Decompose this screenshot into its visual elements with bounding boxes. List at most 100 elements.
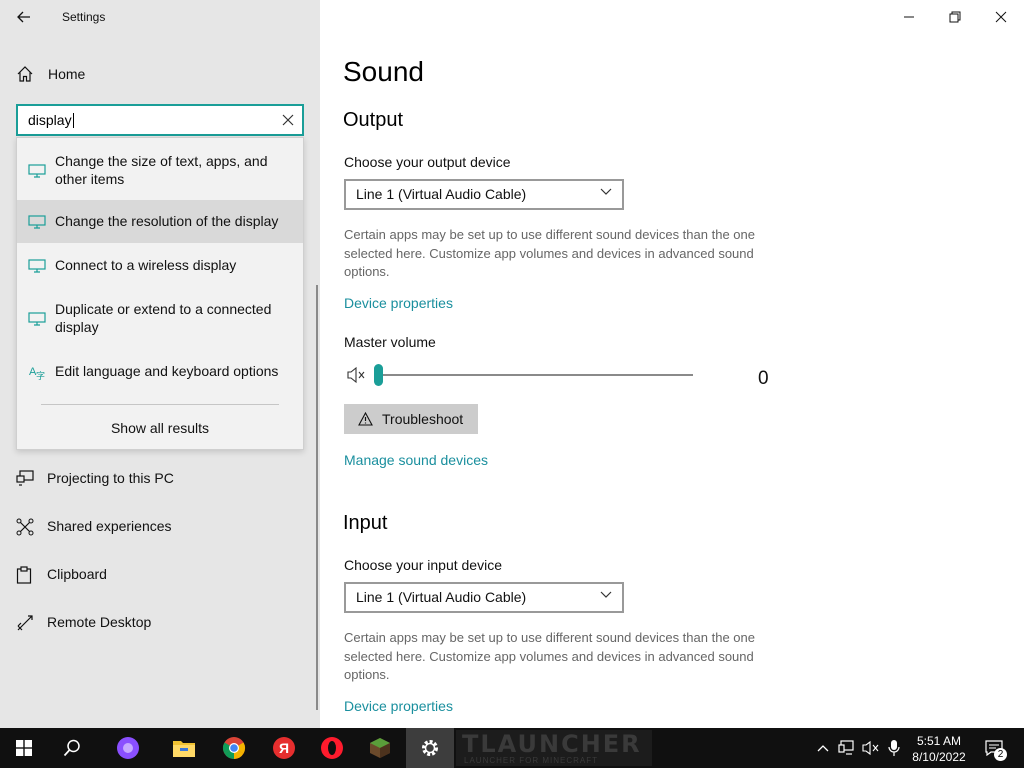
search-suggestion-label: Connect to a wireless display xyxy=(55,257,237,273)
taskbar-yandex-browser[interactable]: Я xyxy=(260,728,308,768)
volume-tray-button[interactable] xyxy=(860,728,882,768)
taskbar-file-explorer[interactable] xyxy=(160,728,208,768)
input-device-select[interactable]: Line 1 (Virtual Audio Cable) xyxy=(344,582,624,613)
clock-date: 8/10/2022 xyxy=(912,750,966,764)
troubleshoot-button[interactable]: Troubleshoot xyxy=(344,404,478,434)
watermark-text: TLAUNCHER xyxy=(462,730,642,758)
master-volume-thumb[interactable] xyxy=(374,364,383,386)
chrome-icon xyxy=(223,737,245,759)
close-button[interactable] xyxy=(978,0,1024,34)
sidebar-item-label: Home xyxy=(48,66,86,82)
folder-icon xyxy=(173,741,195,757)
output-device-select[interactable]: Line 1 (Virtual Audio Cable) xyxy=(344,179,624,210)
divider xyxy=(41,404,279,405)
search-suggestion-item[interactable]: Change the resolution of the display xyxy=(17,200,303,243)
monitor-icon xyxy=(28,215,46,229)
output-device-properties-link[interactable]: Device properties xyxy=(344,295,453,311)
remote-desktop-icon xyxy=(17,615,33,631)
sidebar-item-clipboard[interactable]: Clipboard xyxy=(0,556,318,592)
taskbar-clock[interactable]: 5:51 AM 8/10/2022 xyxy=(904,733,974,765)
search-suggestion-label: Edit language and keyboard options xyxy=(55,363,279,379)
yandex-icon: Я xyxy=(273,737,295,759)
back-button[interactable] xyxy=(10,4,38,30)
close-icon xyxy=(282,114,294,126)
minimize-button[interactable] xyxy=(886,0,932,34)
chevron-down-icon xyxy=(600,188,612,195)
output-description: Certain apps may be set up to use differ… xyxy=(344,227,755,279)
title-bar-left: Settings xyxy=(0,0,320,34)
taskbar-minecraft[interactable] xyxy=(356,728,404,768)
output-device-label: Choose your output device xyxy=(344,154,511,170)
restore-icon xyxy=(949,11,961,23)
clear-search-button[interactable] xyxy=(280,112,296,128)
windows-logo-icon xyxy=(16,740,32,756)
notification-count-badge: 2 xyxy=(994,748,1007,761)
projecting-icon xyxy=(16,470,34,486)
taskbar: Я TLAUNCHER LAUNCHER FOR MINECRAFT 5:51 … xyxy=(0,728,1024,768)
taskbar-alice-app[interactable] xyxy=(104,728,152,768)
svg-text:Я: Я xyxy=(279,740,289,756)
sidebar-item-remote-desktop[interactable]: Remote Desktop xyxy=(0,604,318,640)
sidebar-item-label: Remote Desktop xyxy=(47,614,152,630)
search-input[interactable]: display xyxy=(16,104,304,136)
monitor-icon xyxy=(28,259,46,273)
search-suggestions-list: Change the size of text, apps, and other… xyxy=(16,137,304,450)
search-suggestion-item[interactable]: Duplicate or extend to a connected displ… xyxy=(17,290,303,342)
sidebar-item-label: Clipboard xyxy=(47,566,107,582)
search-suggestion-item[interactable]: A字 Edit language and keyboard options xyxy=(17,352,303,392)
taskbar-chrome[interactable] xyxy=(210,728,258,768)
troubleshoot-label: Troubleshoot xyxy=(382,411,464,427)
chevron-up-icon xyxy=(817,745,829,752)
master-volume-track[interactable] xyxy=(378,374,693,376)
shared-experiences-icon xyxy=(16,518,34,536)
input-device-properties-link[interactable]: Device properties xyxy=(344,698,453,714)
taskbar-opera[interactable] xyxy=(308,728,356,768)
sidebar-item-home[interactable]: Home xyxy=(0,58,320,90)
minimize-icon xyxy=(904,16,914,18)
gear-icon xyxy=(422,740,438,756)
input-device-label: Choose your input device xyxy=(344,557,502,573)
minecraft-block-icon xyxy=(370,738,390,758)
master-volume-label: Master volume xyxy=(344,334,436,350)
close-icon xyxy=(995,11,1007,23)
sidebar-item-projecting[interactable]: Projecting to this PC xyxy=(0,460,318,496)
start-button[interactable] xyxy=(0,728,48,768)
warning-icon xyxy=(358,412,373,426)
language-icon: A字 xyxy=(29,366,45,381)
network-tray-button[interactable] xyxy=(836,728,858,768)
window-title: Settings xyxy=(62,10,106,24)
clock-time: 5:51 AM xyxy=(916,734,962,748)
search-suggestion-item[interactable]: Connect to a wireless display xyxy=(17,246,303,286)
monitor-icon xyxy=(28,164,46,178)
speaker-mute-icon xyxy=(862,740,879,756)
search-suggestion-item[interactable]: Change the size of text, apps, and other… xyxy=(17,144,303,196)
sidebar-item-label: Projecting to this PC xyxy=(47,470,174,486)
svg-text:字: 字 xyxy=(36,370,45,381)
output-heading: Output xyxy=(343,109,404,131)
sidebar-item-shared-experiences[interactable]: Shared experiences xyxy=(0,508,318,544)
home-icon xyxy=(17,66,33,82)
search-icon xyxy=(63,739,80,757)
back-arrow-icon xyxy=(17,11,30,23)
show-all-results-button[interactable]: Show all results xyxy=(17,420,303,436)
sidebar-scrollbar[interactable] xyxy=(316,285,318,710)
search-suggestion-label: Duplicate or extend to a connected displ… xyxy=(55,301,272,335)
restore-button[interactable] xyxy=(932,0,978,34)
page-title: Sound xyxy=(343,56,424,87)
taskbar-settings[interactable] xyxy=(406,728,454,768)
input-heading: Input xyxy=(343,512,388,534)
network-icon xyxy=(838,740,854,755)
alice-assistant-icon xyxy=(117,737,139,759)
show-hidden-icons-button[interactable] xyxy=(812,728,834,768)
microphone-icon xyxy=(888,740,900,756)
search-suggestion-label: Change the resolution of the display xyxy=(55,213,279,229)
input-device-value: Line 1 (Virtual Audio Cable) xyxy=(356,589,527,605)
microphone-tray-button[interactable] xyxy=(884,728,904,768)
taskbar-search-button[interactable] xyxy=(48,728,96,768)
manage-sound-devices-link[interactable]: Manage sound devices xyxy=(344,452,488,468)
watermark-subtext: LAUNCHER FOR MINECRAFT xyxy=(464,756,599,765)
sidebar-item-label: Shared experiences xyxy=(47,518,172,534)
tlauncher-watermark: TLAUNCHER LAUNCHER FOR MINECRAFT xyxy=(456,730,652,766)
clipboard-icon xyxy=(16,566,32,584)
speaker-mute-icon[interactable] xyxy=(347,366,367,384)
